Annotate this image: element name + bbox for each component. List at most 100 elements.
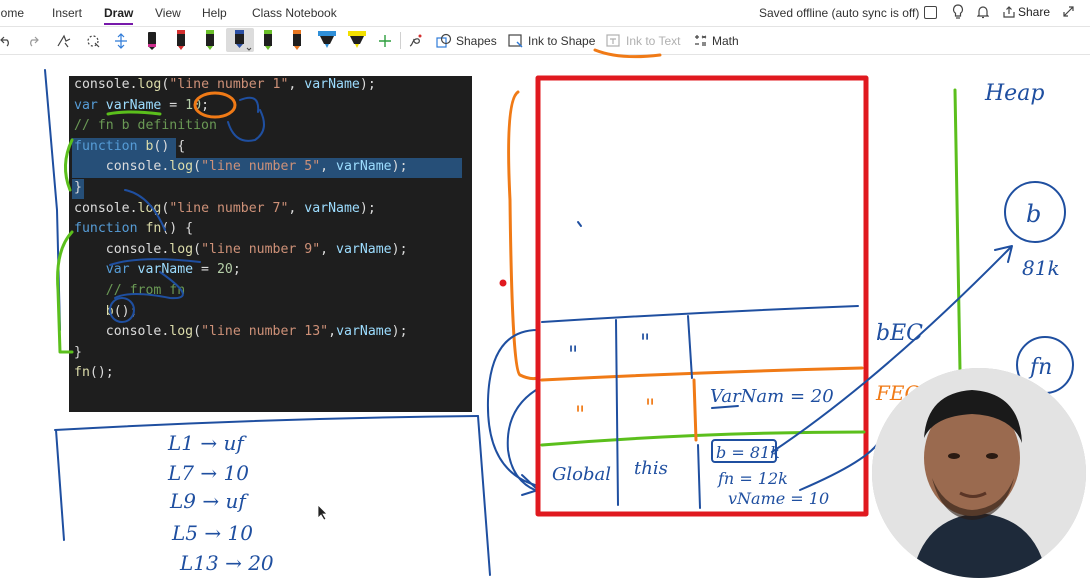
- ink-to-text-button[interactable]: Ink to Text: [606, 31, 680, 50]
- code-token: );: [391, 159, 408, 175]
- highlighter-icon[interactable]: [346, 29, 368, 51]
- share-button[interactable]: Share: [1003, 5, 1050, 19]
- code-line: }: [74, 178, 82, 199]
- menu-draw[interactable]: Draw: [104, 6, 134, 25]
- ink-to-text-icon: [606, 33, 620, 47]
- add-space-icon[interactable]: [113, 31, 129, 50]
- pen-icon[interactable]: [259, 29, 277, 51]
- code-token: (: [193, 159, 202, 175]
- code-token: ,: [320, 241, 337, 257]
- code-token: varName: [137, 262, 194, 278]
- code-token: ,: [328, 324, 337, 340]
- sync-status: Saved offline (auto sync is off): [759, 6, 920, 20]
- code-token: varName: [336, 324, 392, 340]
- code-token: ;: [201, 97, 210, 113]
- code-token: console.: [74, 241, 170, 257]
- ribbon-menubar: Home Insert Draw View Help Class Noteboo…: [0, 0, 1090, 27]
- toolbar-divider: [400, 32, 401, 49]
- code-token: );: [359, 200, 376, 216]
- pen-icon[interactable]: [143, 29, 161, 51]
- code-token: log: [137, 77, 162, 92]
- highlighter-icon[interactable]: [316, 29, 338, 51]
- code-token: log: [169, 324, 194, 340]
- code-token: log: [137, 200, 162, 216]
- code-token: console.: [74, 77, 138, 92]
- code-token: );: [391, 241, 408, 257]
- ink-to-text-label: Ink to Text: [626, 33, 681, 48]
- share-icon: [1003, 6, 1015, 18]
- code-token: fn: [145, 221, 162, 237]
- pen-icon[interactable]: [288, 29, 306, 51]
- code-token: log: [169, 159, 194, 175]
- code-token: log: [169, 241, 194, 257]
- ink-replay-icon[interactable]: [407, 31, 423, 50]
- code-token: =: [193, 262, 217, 278]
- code-token: () {: [153, 138, 186, 154]
- code-token: );: [391, 324, 408, 340]
- code-token: var: [74, 97, 106, 113]
- add-pen-icon[interactable]: [378, 31, 392, 50]
- code-line: console.log("line number 1", varName);: [74, 75, 376, 96]
- math-label: Math: [712, 33, 739, 48]
- selected-pen-icon[interactable]: [226, 28, 254, 52]
- code-token: }: [74, 180, 82, 195]
- code-token: () {: [161, 221, 194, 237]
- notebook-icon[interactable]: [924, 6, 937, 19]
- eraser-icon[interactable]: [85, 31, 101, 50]
- shapes-icon: [436, 33, 452, 48]
- code-line: b();: [74, 302, 138, 323]
- code-token: function: [74, 221, 146, 237]
- menu-insert[interactable]: Insert: [52, 6, 82, 20]
- code-token: varName: [105, 97, 162, 113]
- code-token: console.: [74, 324, 170, 340]
- code-line: console.log("line number 5", varName);: [74, 157, 408, 178]
- code-token: b: [105, 303, 114, 319]
- menu-home[interactable]: Home: [0, 6, 24, 20]
- ink-to-shape-button[interactable]: Ink to Shape: [508, 31, 595, 50]
- code-token: console.: [74, 159, 170, 175]
- code-token: "line number 7": [169, 200, 289, 216]
- code-token: varName: [304, 77, 360, 92]
- code-token: "line number 5": [201, 159, 321, 175]
- undo-icon[interactable]: [0, 31, 12, 50]
- code-token: function: [74, 138, 146, 154]
- code-line: // from fn: [74, 281, 185, 302]
- menu-class-notebook[interactable]: Class Notebook: [252, 6, 337, 20]
- code-token: varName: [336, 241, 392, 257]
- code-token: ;: [232, 262, 241, 278]
- code-line: // fn b definition: [74, 116, 217, 137]
- code-line: console.log("line number 9", varName);: [74, 240, 408, 261]
- code-token: "line number 9": [201, 241, 321, 257]
- ink-to-shape-icon: [508, 33, 523, 47]
- code-token: fn: [74, 365, 90, 381]
- code-token: 10: [185, 97, 202, 113]
- lightbulb-icon[interactable]: [952, 4, 964, 23]
- shapes-label: Shapes: [456, 33, 497, 48]
- code-token: );: [359, 77, 376, 92]
- menu-view[interactable]: View: [155, 6, 181, 20]
- expand-icon[interactable]: [1062, 5, 1075, 21]
- lasso-select-icon[interactable]: [56, 31, 72, 50]
- code-line: fn();: [74, 363, 114, 384]
- code-token: "line number 1": [169, 77, 289, 92]
- math-button[interactable]: Math: [692, 31, 739, 50]
- code-token: // fn b definition: [74, 118, 217, 134]
- pen-icon[interactable]: [172, 29, 190, 51]
- code-screenshot: console.log("line number 1", varName); va…: [69, 76, 472, 412]
- pen-icon[interactable]: [201, 29, 219, 51]
- code-token: "line number 13": [201, 324, 329, 340]
- code-token: ,: [320, 159, 337, 175]
- bell-icon[interactable]: [976, 5, 990, 22]
- code-token: ,: [288, 200, 305, 216]
- code-token: ();: [113, 303, 138, 319]
- shapes-button[interactable]: Shapes: [436, 31, 497, 50]
- code-line: var varName = 20;: [74, 260, 241, 281]
- code-token: =: [161, 97, 186, 113]
- code-line: function fn() {: [74, 219, 193, 240]
- code-line: console.log("line number 13",varName);: [74, 322, 408, 343]
- code-token: (: [193, 241, 202, 257]
- redo-icon[interactable]: [26, 31, 40, 50]
- menu-help[interactable]: Help: [202, 6, 227, 20]
- code-token: var: [74, 262, 138, 278]
